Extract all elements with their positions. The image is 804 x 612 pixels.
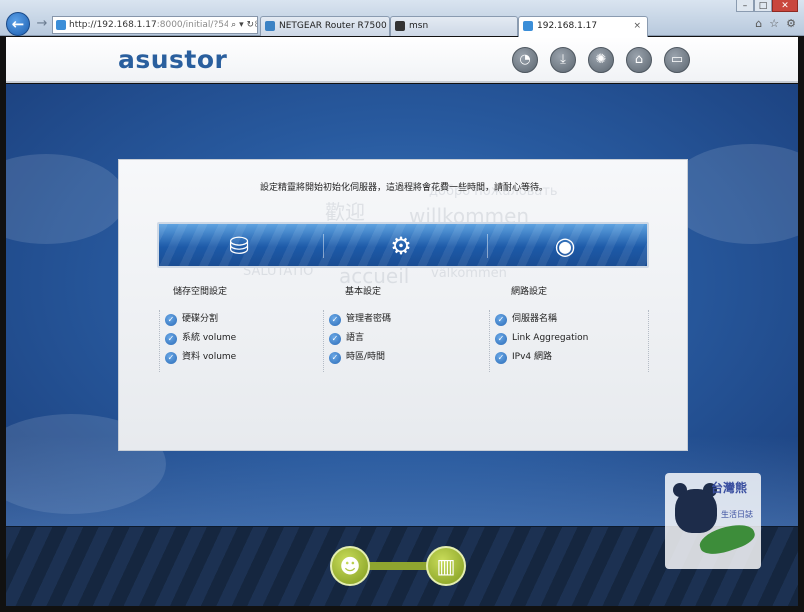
check-icon: ✓ [495, 314, 507, 326]
header-icons: ◔ ⤓ ✺ ⌂ ▭ [512, 47, 690, 73]
wizard-panel: 歡迎 добро пожаловать willkommen SALUTATIO… [118, 159, 688, 451]
netgear-favicon-icon [265, 21, 275, 31]
storage-disk-icon: ⛁ [228, 232, 250, 260]
tab-label: msn [409, 21, 429, 31]
globe-icon: ◉ [554, 232, 576, 260]
tab-label: NETGEAR Router R7500 [279, 21, 387, 31]
forward-button[interactable]: → [34, 16, 50, 32]
asustor-favicon-icon [523, 21, 533, 31]
watermark-subtitle: 生活日誌 [721, 510, 753, 519]
user-step-icon: ☻ [330, 546, 370, 586]
list-item-label: 時區/時間 [346, 352, 386, 362]
favorites-icon[interactable]: ☆ [769, 17, 779, 30]
tab-asustor[interactable]: 192.168.1.17 × [518, 16, 648, 37]
settings-icon[interactable]: ⚙ [786, 17, 796, 30]
list-item: ✓ Link Aggregation [490, 329, 648, 348]
asustor-logo: asustor [118, 45, 228, 74]
basic-settings-title: 基本設定 [345, 287, 382, 297]
minimize-button[interactable]: – [736, 0, 754, 12]
list-item: ✓ 伺服器名稱 [490, 310, 648, 329]
list-item-label: IPv4 網路 [512, 352, 552, 362]
list-item-label: 系統 volume [182, 333, 237, 343]
address-bar[interactable]: http://192.168.1.17:8000/initial/?5438DC… [52, 16, 258, 34]
watermark-logo: 台灣熊 生活日誌 [665, 473, 761, 569]
watermark-title: 台灣熊 [711, 481, 748, 495]
site-favicon-icon [56, 20, 66, 30]
home-icon[interactable]: ⌂ [755, 17, 762, 30]
check-icon: ✓ [165, 352, 177, 364]
list-item: ✓ 硬碟分割 [160, 310, 323, 329]
list-item: ✓ 時區/時間 [324, 348, 489, 367]
wizard-steps-bar: ⛁ ⚙ ◉ [157, 222, 649, 268]
wizard-intro-text: 設定精靈將開始初始化伺服器，這過程將會花費一些時間，請耐心等待。 [259, 183, 548, 193]
check-icon: ✓ [329, 314, 341, 326]
app-header: asustor ◔ ⤓ ✺ ⌂ ▭ [6, 37, 798, 83]
network-settings-list: ✓ 伺服器名稱 ✓ Link Aggregation ✓ IPv4 網路 [489, 310, 649, 372]
tab-close-icon[interactable]: × [633, 17, 641, 35]
tab-netgear[interactable]: NETGEAR Router R7500 [260, 16, 390, 36]
check-icon: ✓ [329, 333, 341, 345]
storage-settings-title: 儲存空間設定 [173, 287, 228, 297]
close-window-button[interactable]: ✕ [772, 0, 798, 12]
address-text: http://192.168.1.17 [69, 20, 157, 30]
cloud-decoration [6, 154, 126, 244]
list-item-label: 硬碟分割 [182, 314, 219, 324]
window-controls: – □ ✕ [736, 0, 798, 12]
maximize-button[interactable]: □ [754, 0, 772, 12]
list-item-label: 資料 volume [182, 352, 237, 362]
steps-separator [487, 234, 488, 258]
list-item: ✓ 資料 volume [160, 348, 323, 367]
check-icon: ✓ [329, 352, 341, 364]
check-icon: ✓ [165, 314, 177, 326]
steps-separator [323, 234, 324, 258]
list-item: ✓ IPv4 網路 [490, 348, 648, 367]
network-icon[interactable]: ✺ [588, 47, 614, 73]
browser-toolbar-icons: ⌂ ☆ ⚙ [755, 17, 796, 30]
storage-settings-list: ✓ 硬碟分割 ✓ 系統 volume ✓ 資料 volume [159, 310, 323, 372]
battery-step-icon: ▥ [426, 546, 466, 586]
tab-msn[interactable]: msn [390, 16, 518, 36]
window-icon[interactable]: ▭ [664, 47, 690, 73]
download-icon[interactable]: ⤓ [550, 47, 576, 73]
browser-chrome: ← → http://192.168.1.17:8000/initial/?54… [0, 0, 804, 37]
gear-icon: ⚙ [390, 232, 412, 260]
list-item-label: 管理者密碼 [346, 314, 392, 324]
list-item-label: 伺服器名稱 [512, 314, 558, 324]
background-word: välkommen [431, 266, 507, 281]
check-icon: ✓ [165, 333, 177, 345]
back-button[interactable]: ← [6, 12, 30, 36]
bank-icon[interactable]: ⌂ [626, 47, 652, 73]
tab-label: 192.168.1.17 [537, 21, 598, 31]
list-item-label: Link Aggregation [512, 333, 589, 343]
basic-settings-list: ✓ 管理者密碼 ✓ 語言 ✓ 時區/時間 [323, 310, 489, 372]
msn-favicon-icon [395, 21, 405, 31]
help-icon[interactable]: ◔ [512, 47, 538, 73]
check-icon: ✓ [495, 352, 507, 364]
bear-icon [675, 489, 717, 533]
background-word: 歡迎 [325, 200, 365, 224]
network-settings-title: 網路設定 [511, 287, 548, 297]
list-item-label: 語言 [346, 333, 365, 343]
check-icon: ✓ [495, 333, 507, 345]
list-item: ✓ 語言 [324, 329, 489, 348]
list-item: ✓ 管理者密碼 [324, 310, 489, 329]
address-controls[interactable]: ⌕ ▾ ↻ [228, 17, 254, 33]
list-item: ✓ 系統 volume [160, 329, 323, 348]
